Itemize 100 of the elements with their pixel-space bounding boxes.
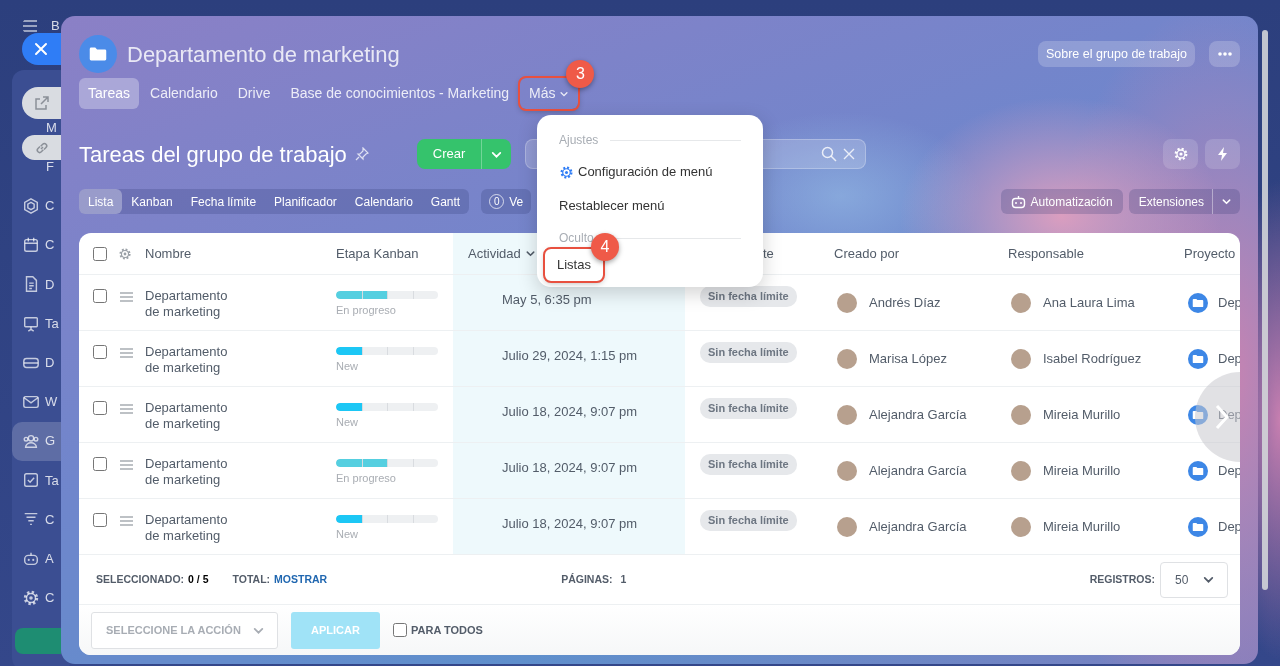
avatar: [837, 460, 857, 481]
sidebar-item-label: C: [45, 197, 55, 216]
sidebar-item[interactable]: C: [12, 225, 61, 265]
sidebar-item[interactable]: C: [12, 499, 61, 540]
sidebar-item[interactable]: D: [12, 264, 61, 304]
column-header[interactable]: Nombre: [145, 243, 192, 264]
tab[interactable]: Calendario: [141, 78, 227, 109]
menu-item[interactable]: Listas: [545, 249, 603, 281]
hexagon-icon: [22, 196, 40, 215]
column-header[interactable]: Etapa Kanban: [336, 243, 419, 264]
total-label: TOTAL:: [232, 571, 271, 587]
ellipsis-icon: [1217, 52, 1232, 56]
activity-date: Julio 18, 2024, 9:07 pm: [502, 403, 638, 421]
people-icon: [22, 432, 40, 451]
sidebar-item-label: W: [45, 393, 58, 412]
task-name[interactable]: Departamento de marketing: [145, 456, 245, 488]
user-name[interactable]: Alejandra García: [869, 404, 967, 425]
settings-button[interactable]: [1163, 139, 1198, 169]
automation-button[interactable]: Automatización: [1000, 189, 1123, 214]
counter-button[interactable]: 0 Ve: [481, 189, 532, 214]
clear-icon: [843, 148, 856, 160]
for-all-checkbox[interactable]: [393, 623, 407, 637]
task-name[interactable]: Departamento de marketing: [145, 400, 245, 432]
select-all-checkbox[interactable]: [93, 246, 107, 261]
records-select[interactable]: 50: [1160, 561, 1228, 598]
sidebar-item[interactable]: C: [12, 186, 61, 226]
column-header[interactable]: Actividad: [468, 243, 536, 264]
row-checkbox[interactable]: [93, 513, 107, 527]
avatar: [1011, 460, 1031, 481]
sidebar-item[interactable]: A: [12, 539, 61, 579]
user-name[interactable]: Alejandra García: [869, 516, 967, 537]
user-name[interactable]: Isabel Rodríguez: [1043, 348, 1142, 369]
column-header[interactable]: Creado por: [834, 243, 900, 264]
stage-label: New: [336, 527, 358, 542]
selected-label: SELECCIONADO:: [96, 571, 185, 587]
menu-section-title: Oculto: [559, 230, 594, 247]
sidebar-item[interactable]: D: [12, 343, 61, 383]
gear-icon: [22, 588, 40, 607]
column-header[interactable]: Proyecto: [1184, 243, 1236, 264]
menu-icon: [22, 20, 38, 32]
tab[interactable]: Drive: [228, 78, 280, 109]
sidebar-item[interactable]: M: [46, 121, 57, 135]
more-options-button[interactable]: [1209, 41, 1240, 67]
view-tab[interactable]: Gantt: [421, 189, 470, 214]
quick-actions-button[interactable]: [1205, 139, 1240, 169]
view-tab[interactable]: Fecha límite: [181, 189, 266, 214]
copy-link-button[interactable]: [22, 135, 61, 160]
task-name[interactable]: Departamento de marketing: [145, 512, 245, 544]
user-name[interactable]: Ana Laura Lima: [1043, 292, 1135, 313]
column-header[interactable]: te: [763, 243, 774, 264]
checkbox-icon: [22, 471, 40, 490]
step-badge: 3: [566, 60, 595, 88]
row-checkbox[interactable]: [93, 345, 107, 359]
sidebar-item-label: G: [45, 432, 56, 451]
user-name[interactable]: Mireia Murillo: [1043, 516, 1121, 537]
avatar: [837, 292, 857, 313]
sidebar-item[interactable]: G: [12, 421, 61, 461]
user-name[interactable]: Alejandra García: [869, 460, 967, 481]
drag-handle-icon: [120, 348, 133, 358]
close-button[interactable]: [22, 33, 61, 65]
gear-icon: [1172, 146, 1189, 162]
view-tab[interactable]: Calendario: [345, 189, 422, 214]
show-total-link[interactable]: MOSTRAR: [274, 571, 328, 588]
avatar: [837, 516, 857, 537]
user-name[interactable]: Marisa López: [869, 348, 948, 369]
user-name[interactable]: Andrés Díaz: [869, 292, 941, 313]
sidebar-item[interactable]: F: [46, 160, 54, 174]
row-checkbox[interactable]: [93, 457, 107, 471]
view-tab[interactable]: Planificador: [265, 189, 346, 214]
extensions-button[interactable]: Extensiones: [1128, 189, 1212, 214]
sidebar-item[interactable]: C: [12, 578, 61, 618]
tab[interactable]: Base de conocimientos - Marketing: [281, 78, 519, 109]
avatar: [1011, 348, 1031, 369]
presentation-board-icon: [22, 314, 40, 333]
view-tab[interactable]: Kanban: [122, 189, 182, 214]
column-header[interactable]: Responsable: [1008, 243, 1084, 264]
sidebar-item[interactable]: Ta: [12, 303, 61, 344]
user-name[interactable]: Mireia Murillo: [1043, 460, 1121, 481]
task-name[interactable]: Departamento de marketing: [145, 344, 245, 376]
deadline-badge: Sin fecha límite: [700, 510, 797, 531]
gear-icon: [118, 246, 132, 261]
row-checkbox[interactable]: [93, 289, 107, 303]
avatar: [1011, 404, 1031, 425]
menu-item[interactable]: Restablecer menú: [559, 189, 665, 223]
sidebar-item[interactable]: Ta: [12, 460, 61, 500]
row-checkbox[interactable]: [93, 401, 107, 415]
open-in-new-window-button[interactable]: [22, 87, 61, 119]
activity-date: Julio 18, 2024, 9:07 pm: [502, 515, 638, 533]
stage-label: New: [336, 415, 358, 430]
task-name[interactable]: Departamento de marketing: [145, 288, 245, 320]
sidebar-item-label: C: [45, 236, 55, 255]
drag-handle-icon: [120, 516, 133, 526]
user-name[interactable]: Mireia Murillo: [1043, 404, 1121, 425]
pages-count: 1: [620, 571, 627, 587]
gear-icon: [559, 164, 574, 180]
records-label: REGISTROS:: [1089, 571, 1155, 587]
sidebar-item[interactable]: W: [12, 382, 61, 422]
sidebar-item[interactable]: B: [22, 16, 60, 36]
menu-item[interactable]: Configuración de menú: [559, 155, 713, 189]
checkbox-label: PARA TODOS: [411, 622, 483, 638]
